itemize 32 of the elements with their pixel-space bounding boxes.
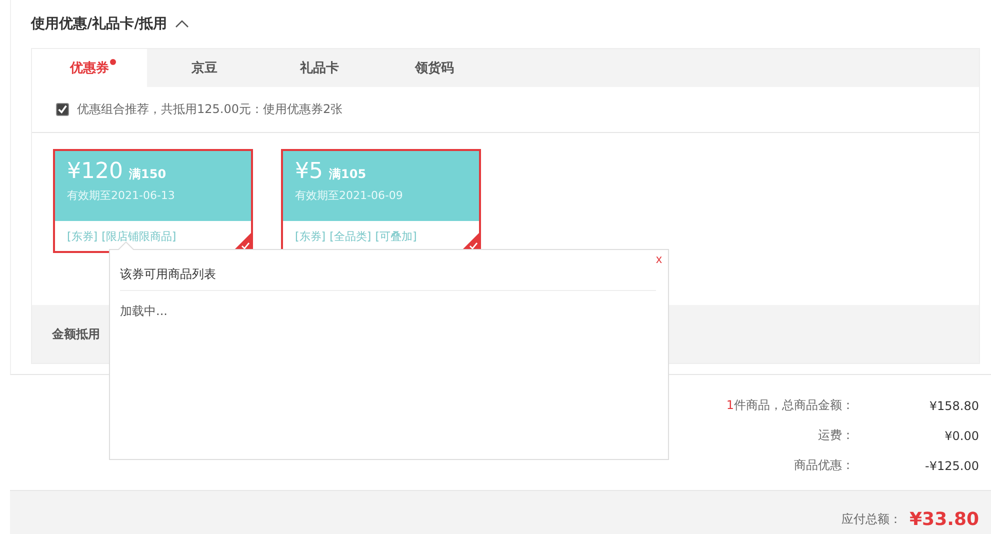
recommend-text: 优惠组合推荐，共抵用125.00元：使用优惠券2张 — [77, 101, 343, 118]
coupon-card[interactable]: ¥120 满150 有效期至2021-06-13 [东券] [限店铺限商品] — [53, 149, 253, 253]
coupon-expiry: 有效期至2021-06-09 — [295, 188, 404, 203]
coupon-tag[interactable]: [限店铺限商品] — [102, 228, 176, 244]
coupon-expiry: 有效期至2021-06-13 — [67, 188, 176, 203]
coupon-condition: 满150 — [129, 166, 166, 183]
summary-value: ¥158.80 — [928, 398, 979, 412]
coupon-tag[interactable]: [东券] — [67, 228, 98, 244]
deduction-label: 金额抵用 — [52, 326, 100, 342]
tab[interactable]: 礼品卡 — [262, 49, 377, 87]
tab[interactable]: 京豆 — [147, 49, 262, 87]
close-button[interactable]: x — [654, 252, 664, 266]
coupon-tag[interactable]: [全品类] — [330, 228, 372, 244]
coupon-condition: 满105 — [329, 166, 366, 183]
summary-value: ¥0.00 — [944, 428, 979, 442]
popup-title: 该券可用商品列表 — [120, 260, 656, 291]
summary-value: -¥125.00 — [924, 458, 979, 472]
coupon-tag[interactable]: [可叠加] — [375, 228, 417, 244]
coupon-tag[interactable]: [东券] — [295, 228, 326, 244]
summary-label: 1件商品，总商品金额： — [726, 397, 854, 414]
tab[interactable]: 优惠券 — [32, 49, 147, 87]
summary-label: 商品优惠： — [794, 457, 854, 474]
coupon-amount: ¥120 — [67, 159, 123, 184]
section-title: 使用优惠/礼品卡/抵用 — [31, 15, 168, 33]
total-amount: ¥33.80 — [910, 509, 979, 530]
checkbox[interactable] — [56, 103, 69, 116]
coupon-amount: ¥5 — [295, 159, 323, 184]
summary-label: 运费： — [818, 427, 854, 444]
total-label: 应付总额： — [842, 511, 902, 528]
chevron-icon[interactable] — [175, 19, 190, 29]
loading-text: 加载中... — [120, 303, 168, 320]
tab[interactable]: 领货码 — [377, 49, 492, 87]
